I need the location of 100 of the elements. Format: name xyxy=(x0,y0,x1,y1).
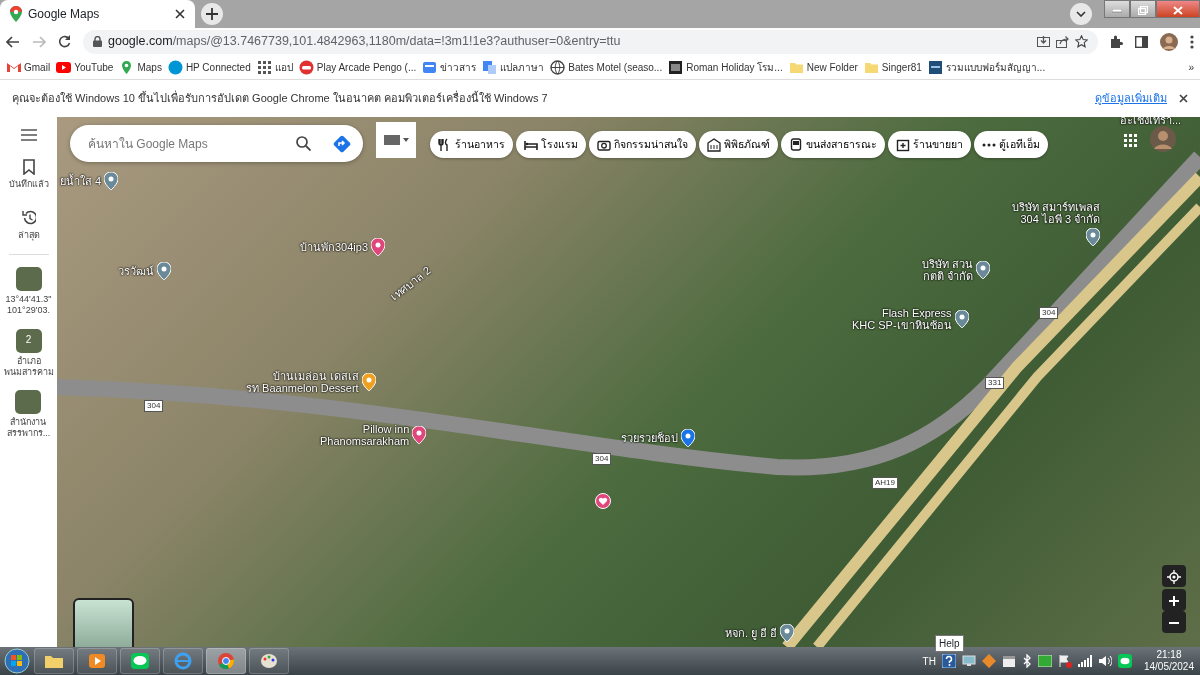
taskbar-app-button[interactable] xyxy=(77,648,117,674)
profile-avatar-icon[interactable] xyxy=(1160,32,1178,51)
bookmark-link[interactable]: New Folder xyxy=(788,59,858,75)
tab-search-button[interactable] xyxy=(1070,3,1092,25)
map-pin-icon[interactable] xyxy=(780,624,795,642)
side-panel-icon[interactable] xyxy=(1135,35,1148,48)
satellite-map[interactable] xyxy=(57,117,1200,647)
clock-date[interactable]: 14/05/2024 xyxy=(1143,661,1194,673)
apps-grid-icon[interactable] xyxy=(1124,134,1137,147)
star-icon[interactable] xyxy=(1075,35,1088,48)
bookmark-link[interactable]: แอป xyxy=(256,59,293,75)
map-pin-icon[interactable] xyxy=(412,426,427,445)
recent-place-item[interactable]: 2 อำเภอ พนมสารคาม xyxy=(3,328,54,378)
zoom-in-button[interactable] xyxy=(1162,589,1186,611)
plus-icon xyxy=(1169,596,1179,607)
language-indicator[interactable]: TH xyxy=(922,653,936,669)
new-tab-button[interactable] xyxy=(201,3,223,25)
map-pin-icon[interactable] xyxy=(954,310,969,329)
bookmarks-overflow-button[interactable]: » xyxy=(1188,59,1194,75)
search-field[interactable]: ค้นหาใน Google Maps xyxy=(70,125,363,162)
speaker-icon[interactable] xyxy=(1097,655,1112,667)
bookmark-link[interactable]: HP Connected xyxy=(167,59,251,75)
category-chip[interactable]: กิจกรรมน่าสนใจ xyxy=(589,131,696,158)
reload-icon[interactable] xyxy=(58,35,71,48)
taskbar-app-button[interactable] xyxy=(249,648,289,674)
place-count: 2 xyxy=(25,334,32,347)
bookmark-link[interactable]: YouTube xyxy=(56,59,114,75)
recent-place-item[interactable]: 13°44'41.3" 101°29'03. xyxy=(5,267,52,317)
calendar-icon[interactable] xyxy=(1001,654,1016,668)
map-layer-toggle[interactable] xyxy=(376,122,416,158)
map-pin-icon[interactable] xyxy=(104,172,119,190)
my-location-button[interactable] xyxy=(1162,565,1186,587)
category-chip[interactable]: ขนส่งสาธารณะ xyxy=(781,131,885,158)
map-pin-icon[interactable] xyxy=(371,238,386,256)
bookmark-link[interactable]: Singer81 xyxy=(863,59,922,75)
category-chip[interactable]: ร้านอาหาร xyxy=(430,131,513,158)
pharmacy-icon xyxy=(896,137,910,152)
bookmark-link[interactable]: Roman Holiday โรม... xyxy=(668,59,783,75)
close-window-button[interactable] xyxy=(1156,0,1200,18)
back-icon[interactable] xyxy=(6,35,20,48)
place-label: บริษัท สมาร์ทเพลส 304 ไอพี 3 จำกัด xyxy=(1012,201,1101,226)
media-player-icon xyxy=(87,652,107,670)
zoom-out-button[interactable] xyxy=(1162,611,1186,633)
bookmark-link[interactable]: ข่าวสาร xyxy=(422,59,477,75)
action-flag-icon[interactable] xyxy=(1057,654,1072,668)
help-icon[interactable] xyxy=(941,654,956,668)
recent-place-label: สรรพากร... xyxy=(6,428,51,440)
category-chip[interactable]: ร้านขายยา xyxy=(888,131,971,158)
plus-icon xyxy=(206,8,218,20)
browser-tab[interactable]: Google Maps xyxy=(0,0,195,28)
place-label: บ้านเมล่อน เดสเส รท Baanmelon Dessert xyxy=(246,370,359,395)
search-icon[interactable] xyxy=(296,136,311,151)
bookmark-link[interactable]: Bates Motel (seaso... xyxy=(550,59,663,75)
map-pin-icon[interactable] xyxy=(361,373,376,392)
place-label: อะเชงเทรา... xyxy=(1120,117,1182,127)
bookmark-icon xyxy=(21,159,36,175)
maximize-button[interactable] xyxy=(1130,0,1156,18)
bookmark-link[interactable]: Play Arcade Pengo (... xyxy=(298,59,417,75)
menu-icon[interactable] xyxy=(20,129,37,141)
bookmark-link[interactable]: Gmail xyxy=(6,59,51,75)
close-icon xyxy=(1173,6,1183,16)
learn-more-link[interactable]: ดูข้อมูลเพิ่มเติม xyxy=(1095,90,1167,107)
bookmark-link[interactable]: แปลภาษา xyxy=(482,59,545,75)
menu-dots-icon[interactable] xyxy=(1190,34,1194,49)
sidebar-item[interactable]: บันทึกแล้ว xyxy=(8,159,49,192)
map-pin-icon[interactable] xyxy=(976,261,991,280)
heart-pin-icon[interactable] xyxy=(595,493,611,509)
chevron-down-icon xyxy=(1076,11,1086,17)
minimize-button[interactable] xyxy=(1104,0,1130,18)
taskbar-app-button[interactable] xyxy=(34,648,74,674)
sidebar-item[interactable]: ล่าสุด xyxy=(17,209,40,242)
chat-bubble-icon[interactable] xyxy=(1117,654,1132,668)
bluetooth-icon[interactable] xyxy=(1021,654,1032,668)
close-icon[interactable] xyxy=(175,9,185,19)
monitor-icon[interactable] xyxy=(961,655,976,667)
category-chip[interactable]: พิพิธภัณฑ์ xyxy=(699,131,778,158)
clock-time[interactable]: 21:18 xyxy=(1143,649,1194,661)
start-orb-icon[interactable] xyxy=(3,648,31,674)
place-thumbnail xyxy=(15,267,42,291)
address-bar[interactable]: google.com/maps/@13.7467739,101.4842963,1180m/data=!3m1!1e3?authuser=0&entry=ttu xyxy=(83,29,1098,54)
map-pin-icon[interactable] xyxy=(681,429,695,447)
recent-place-item[interactable]: สำนักงาน สรรพากร... xyxy=(6,390,51,440)
taskbar-app-button[interactable] xyxy=(120,648,160,674)
map-pin-icon[interactable] xyxy=(157,262,171,280)
layer-thumbnail[interactable] xyxy=(73,598,134,647)
map-pin-icon xyxy=(10,6,22,22)
history-icon xyxy=(21,209,36,226)
category-chip[interactable]: ตู้เอทีเอ็ม xyxy=(974,131,1048,158)
recent-place-label: พนมสารคาม xyxy=(3,366,54,378)
location-icon xyxy=(1167,570,1181,585)
signal-bars-icon[interactable] xyxy=(1077,655,1092,667)
install-icon[interactable] xyxy=(1037,35,1050,48)
map-pin-icon[interactable] xyxy=(1086,228,1101,247)
share-icon[interactable] xyxy=(1056,35,1069,48)
chat-bubble-icon xyxy=(130,652,150,670)
bookmark-link[interactable]: รวมแบบฟอร์มสัญญา... xyxy=(927,59,1046,75)
layer-icon xyxy=(383,135,400,145)
close-icon[interactable] xyxy=(1179,94,1188,103)
bookmark-link[interactable]: Maps xyxy=(119,59,162,75)
category-chip[interactable]: โรงแรม xyxy=(516,131,586,158)
